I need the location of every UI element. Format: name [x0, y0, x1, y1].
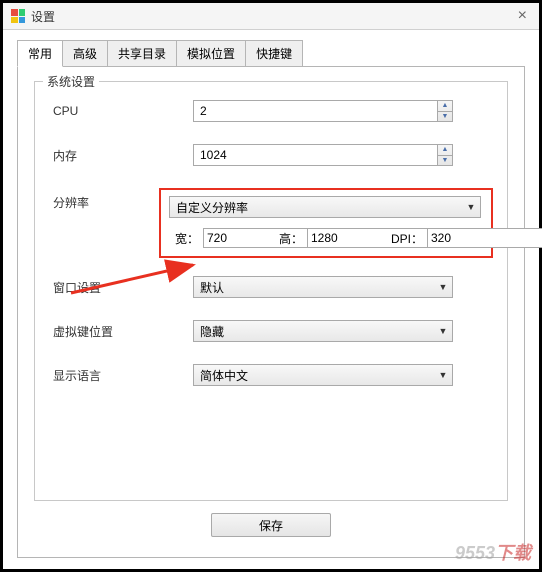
tab-advanced[interactable]: 高级: [62, 40, 108, 67]
label-cpu: CPU: [53, 104, 193, 118]
label-memory: 内存: [53, 147, 193, 164]
width-spinner[interactable]: ▲▼: [203, 228, 259, 248]
chevron-down-icon: ▼: [434, 370, 452, 380]
label-width: 宽：: [175, 230, 199, 247]
row-window-setting: 窗口设置 默认 ▼: [49, 276, 493, 298]
label-window-setting: 窗口设置: [53, 279, 193, 296]
watermark: 9553下载: [455, 539, 531, 565]
chevron-down-icon: ▼: [462, 202, 480, 212]
row-resolution: 分辨率 自定义分辨率 ▼ 宽： ▲▼: [49, 188, 493, 258]
label-virtual-key: 虚拟键位置: [53, 323, 193, 340]
chevron-down-icon: ▼: [434, 326, 452, 336]
virtual-key-value: 隐藏: [194, 323, 434, 340]
virtual-key-select[interactable]: 隐藏 ▼: [193, 320, 453, 342]
chevron-down-icon[interactable]: ▼: [438, 156, 452, 166]
system-settings-group: 系统设置 CPU ▲▼ 内存 ▲▼: [34, 81, 508, 501]
chevron-down-icon[interactable]: ▼: [438, 112, 452, 122]
memory-input[interactable]: [193, 144, 437, 166]
display-language-value: 简体中文: [194, 367, 434, 384]
chevron-up-icon[interactable]: ▲: [438, 145, 452, 156]
chevron-up-icon[interactable]: ▲: [438, 101, 452, 112]
tab-hotkeys[interactable]: 快捷键: [245, 40, 303, 67]
app-icon: [11, 9, 25, 23]
resolution-highlight: 自定义分辨率 ▼ 宽： ▲▼ 高：: [159, 188, 493, 258]
memory-spinner[interactable]: ▲▼: [193, 144, 453, 166]
dpi-input[interactable]: [427, 228, 542, 248]
height-spinner[interactable]: ▲▼: [307, 228, 371, 248]
spinner-buttons[interactable]: ▲▼: [437, 100, 453, 122]
save-button[interactable]: 保存: [211, 513, 331, 537]
window-setting-select[interactable]: 默认 ▼: [193, 276, 453, 298]
display-language-select[interactable]: 简体中文 ▼: [193, 364, 453, 386]
close-icon[interactable]: ×: [514, 7, 531, 25]
tab-share-dir[interactable]: 共享目录: [107, 40, 177, 67]
cpu-input[interactable]: [193, 100, 437, 122]
cpu-spinner[interactable]: ▲▼: [193, 100, 453, 122]
row-cpu: CPU ▲▼: [49, 100, 493, 122]
tab-bar: 常用 高级 共享目录 模拟位置 快捷键: [17, 40, 539, 67]
tab-common[interactable]: 常用: [17, 40, 63, 67]
window-title: 设置: [31, 8, 55, 25]
row-display-language: 显示语言 简体中文 ▼: [49, 364, 493, 386]
resolution-mode-value: 自定义分辨率: [170, 199, 462, 216]
titlebar: 设置 ×: [3, 3, 539, 30]
label-resolution: 分辨率: [53, 188, 159, 211]
dpi-spinner[interactable]: ▲▼: [427, 228, 483, 248]
chevron-down-icon: ▼: [434, 282, 452, 292]
label-display-language: 显示语言: [53, 367, 193, 384]
label-height: 高：: [279, 230, 303, 247]
row-memory: 内存 ▲▼: [49, 144, 493, 166]
label-dpi: DPI：: [391, 230, 423, 247]
group-label: 系统设置: [43, 73, 99, 90]
tab-panel: 系统设置 CPU ▲▼ 内存 ▲▼: [17, 66, 525, 558]
custom-resolution-row: 宽： ▲▼ 高： ▲▼ DPI：: [169, 228, 483, 248]
row-virtual-key: 虚拟键位置 隐藏 ▼: [49, 320, 493, 342]
window-setting-value: 默认: [194, 279, 434, 296]
spinner-buttons[interactable]: ▲▼: [437, 144, 453, 166]
tab-sim-location[interactable]: 模拟位置: [176, 40, 246, 67]
resolution-mode-select[interactable]: 自定义分辨率 ▼: [169, 196, 481, 218]
